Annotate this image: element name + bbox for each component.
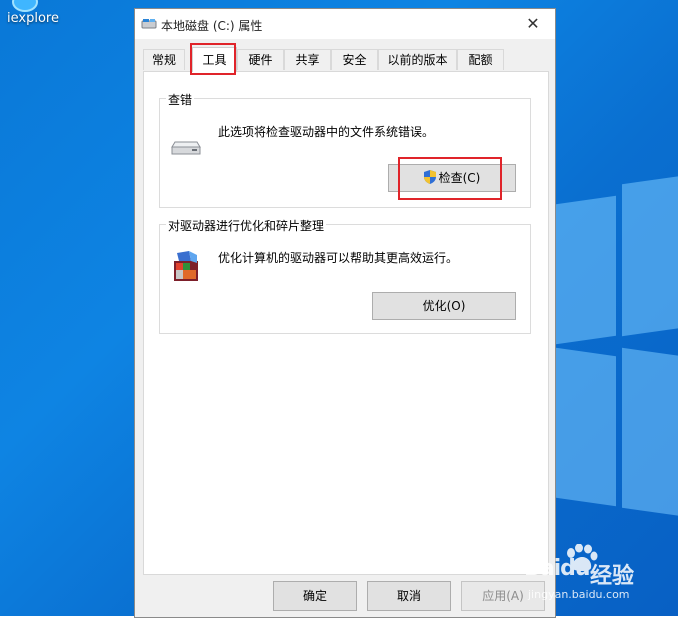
tab-hardware[interactable]: 硬件 [237, 49, 284, 70]
optimize-legend: 对驱动器进行优化和碎片整理 [166, 217, 327, 234]
drive-icon [171, 141, 201, 155]
check-button-label: 检查(C) [438, 171, 481, 185]
error-check-legend: 查错 [166, 91, 195, 108]
optimize-button-label: 优化(O) [422, 299, 466, 313]
tab-previous-versions[interactable]: 以前的版本 [378, 49, 457, 70]
optimize-button[interactable]: 优化(O) [372, 292, 516, 320]
uac-shield-icon [423, 170, 436, 184]
ok-button[interactable]: 确定 [273, 581, 357, 611]
properties-dialog: 本地磁盘 (C:) 属性 ✕ 常规 工具 硬件 共享 安全 以前的版本 配额 查… [134, 8, 556, 618]
tab-quota[interactable]: 配额 [457, 49, 504, 70]
cancel-button[interactable]: 取消 [367, 581, 451, 611]
watermark-brand-cn: 经验 [590, 564, 635, 589]
watermark-url: jingyan.baidu.com [528, 588, 630, 601]
optimize-group: 对驱动器进行优化和碎片整理 优化计算机的驱动器可以帮助其更高效运行。 优化(O) [159, 217, 531, 334]
check-button[interactable]: 检查(C) [388, 164, 516, 192]
error-check-description: 此选项将检查驱动器中的文件系统错误。 [218, 125, 435, 139]
tools-tab-panel: 查错 此选项将检查驱动器中的文件系统错误。 检查(C) 对驱动器进行优化和碎片整… [143, 71, 549, 575]
error-check-group: 查错 此选项将检查驱动器中的文件系统错误。 检查(C) [159, 91, 531, 208]
baidu-watermark: Baidu 经验 jingyan.baidu.com [524, 542, 678, 616]
close-button[interactable]: ✕ [511, 9, 555, 39]
title-bar[interactable]: 本地磁盘 (C:) 属性 ✕ [135, 9, 555, 39]
desktop-icon-label: iexplore [7, 11, 59, 26]
optimize-description: 优化计算机的驱动器可以帮助其更高效运行。 [218, 251, 459, 265]
tab-security[interactable]: 安全 [331, 49, 378, 70]
tab-sharing[interactable]: 共享 [284, 49, 331, 70]
window-title: 本地磁盘 (C:) 属性 [161, 19, 263, 33]
defrag-icon [174, 251, 198, 281]
tab-general[interactable]: 常规 [143, 49, 185, 70]
drive-icon [141, 19, 157, 29]
tab-tools[interactable]: 工具 [192, 47, 237, 72]
watermark-brand: Baidu [524, 556, 591, 581]
